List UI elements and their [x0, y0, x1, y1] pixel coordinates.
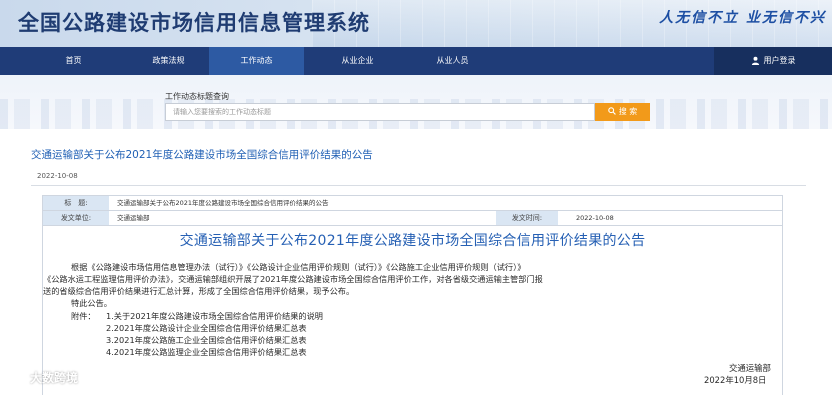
- attachments-label: 附件：: [71, 311, 96, 321]
- divider: [31, 185, 806, 186]
- meta-title-key: 标 题:: [43, 196, 109, 210]
- meta-time-value: 2022-10-08: [576, 214, 614, 222]
- search-section: 工作动态标题查询 搜 索: [0, 75, 832, 129]
- meta-issuer-value: 交通运输部: [117, 214, 150, 222]
- meta-row-issuer: 发文单位: 交通运输部 发文时间: 2022-10-08: [43, 211, 782, 226]
- body-line: 《公路水运工程监理信用评价办法》，交通运输部组织开展了2021年度公路建设市场全…: [43, 274, 543, 284]
- search-button[interactable]: 搜 索: [595, 103, 650, 121]
- search-icon: [607, 107, 616, 115]
- site-header: 全国公路建设市场信用信息管理系统 人无信不立 业无信不兴: [0, 0, 832, 47]
- watermark: 大数跨境: [10, 369, 78, 386]
- document-panel: 标 题: 交通运输部关于公布2021年度公路建设市场全国综合信用评价结果的公告 …: [42, 195, 783, 395]
- nav-item-work-news[interactable]: 工作动态: [209, 47, 304, 75]
- meta-title-value: 交通运输部关于公布2021年度公路建设市场全国综合信用评价结果的公告: [117, 199, 329, 207]
- attachment-item: 2.2021年度公路设计企业全国综合信用评价结果汇总表: [106, 323, 307, 333]
- nav-item-enterprises[interactable]: 从业企业: [310, 47, 405, 75]
- attachment-item: 4.2021年度公路监理企业全国综合信用评价结果汇总表: [106, 347, 307, 357]
- attachment-item: 1.关于2021年度公路建设市场全国综合信用评价结果的说明: [106, 311, 323, 321]
- signature-date: 2022年10月8日: [704, 375, 767, 385]
- document-heading: 交通运输部关于公布2021年度公路建设市场全国综合信用评价结果的公告: [179, 233, 646, 249]
- search-button-label: 搜 索: [618, 107, 638, 116]
- article-date: 2022-10-08: [37, 172, 78, 180]
- login-label: 用户登录: [763, 56, 796, 65]
- site-slogan: 人无信不立 业无信不兴: [659, 10, 826, 26]
- attachment-item: 3.2021年度公路施工企业全国综合信用评价结果汇总表: [106, 335, 307, 345]
- article-title: 交通运输部关于公布2021年度公路建设市场全国综合信用评价结果的公告: [31, 149, 373, 161]
- meta-time-key: 发文时间:: [496, 211, 558, 225]
- nav-item-personnel[interactable]: 从业人员: [405, 47, 500, 75]
- body-line: 特此公告。: [71, 298, 112, 308]
- meta-row-title: 标 题: 交通运输部关于公布2021年度公路建设市场全国综合信用评价结果的公告: [43, 196, 782, 211]
- signature: 交通运输部: [729, 363, 771, 373]
- watermark-logo-icon: [10, 373, 26, 383]
- nav-item-policies[interactable]: 政策法规: [121, 47, 216, 75]
- login-button[interactable]: 用户登录: [714, 47, 832, 75]
- watermark-text: 大数跨境: [30, 371, 79, 385]
- site-title: 全国公路建设市场信用信息管理系统: [18, 10, 370, 35]
- search-input[interactable]: [165, 103, 595, 121]
- body-line: 送的省级综合信用评价结果进行汇总计算，形成了全国综合信用评价结果，现予公布。: [43, 286, 355, 296]
- body-line: 根据《公路建设市场信用信息管理办法（试行）》《公路设计企业信用评价规则（试行）》…: [71, 262, 526, 272]
- search-label: 工作动态标题查询: [165, 92, 229, 101]
- nav-item-home[interactable]: 首页: [26, 47, 121, 75]
- main-nav: 首页 政策法规 工作动态 从业企业 从业人员 用户登录: [0, 47, 832, 75]
- user-icon: [751, 56, 759, 65]
- meta-issuer-key: 发文单位:: [43, 211, 109, 225]
